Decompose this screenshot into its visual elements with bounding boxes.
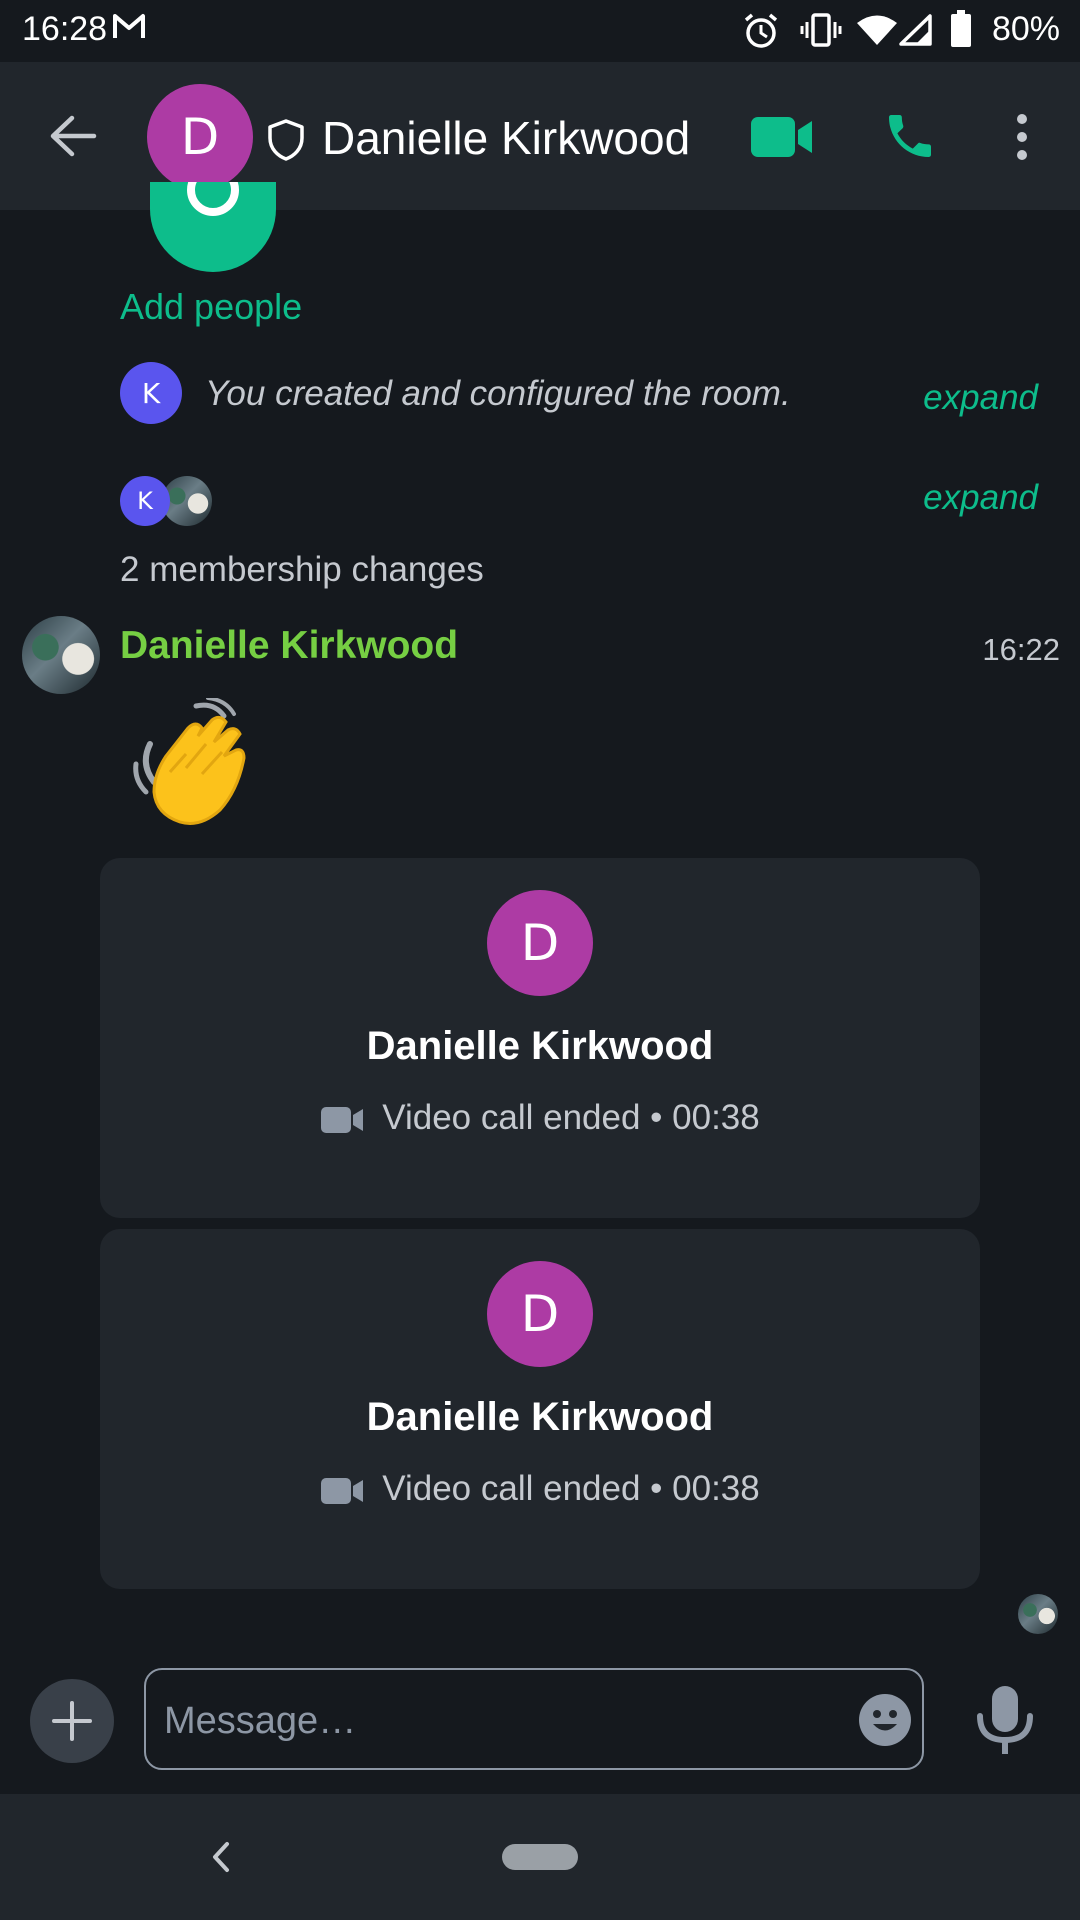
video-camera-icon[interactable] xyxy=(750,116,814,158)
wifi-icon xyxy=(857,15,897,45)
sender-avatar[interactable] xyxy=(22,616,100,694)
battery-percentage: 80% xyxy=(991,10,1060,48)
call-event-card[interactable]: D Danielle Kirkwood Video call ended • 0… xyxy=(100,858,980,1218)
message-timestamp: 16:22 xyxy=(982,632,1060,667)
call-status-text: Video call ended • 00:38 xyxy=(382,1469,760,1508)
caller-avatar[interactable]: D xyxy=(487,890,593,996)
expand-link[interactable]: expand xyxy=(923,378,1038,418)
status-time: 16:28 xyxy=(22,10,108,48)
phone-icon[interactable] xyxy=(882,108,938,164)
more-vertical-icon[interactable] xyxy=(1010,112,1034,162)
caller-name: Danielle Kirkwood xyxy=(366,1024,714,1068)
expand-link[interactable]: expand xyxy=(923,478,1038,518)
signal-icon xyxy=(899,14,932,46)
arrow-left-icon[interactable] xyxy=(48,114,98,158)
call-status-text: Video call ended • 00:38 xyxy=(382,1098,760,1137)
nav-back-icon[interactable] xyxy=(208,1840,234,1874)
read-receipt-avatar[interactable] xyxy=(1018,1594,1058,1634)
sender-name[interactable]: Danielle Kirkwood xyxy=(120,624,458,668)
alarm-icon xyxy=(744,13,778,48)
add-people-label[interactable]: Add people xyxy=(120,286,302,328)
room-avatar[interactable]: D xyxy=(147,84,253,190)
room-created-event: You created and configured the room. xyxy=(205,374,791,413)
smiley-icon[interactable] xyxy=(858,1693,912,1747)
member-avatar-k: K xyxy=(120,476,170,526)
battery-icon xyxy=(951,10,971,47)
add-people-button[interactable] xyxy=(150,182,276,272)
vibrate-icon xyxy=(800,13,842,47)
call-status-row: Video call ended • 00:38 xyxy=(100,1098,980,1138)
membership-changes-event: 2 membership changes xyxy=(120,550,484,589)
gmail-icon xyxy=(113,14,145,38)
shield-icon xyxy=(268,119,304,161)
caller-avatar[interactable]: D xyxy=(487,1261,593,1367)
plus-icon xyxy=(52,1701,92,1741)
call-status-row: Video call ended • 00:38 xyxy=(100,1469,980,1509)
creator-avatar[interactable]: K xyxy=(120,362,182,424)
video-camera-icon xyxy=(321,1106,364,1133)
caller-name: Danielle Kirkwood xyxy=(366,1395,714,1439)
nav-home-pill[interactable] xyxy=(502,1844,578,1870)
room-title[interactable]: Danielle Kirkwood xyxy=(322,110,690,166)
composer-add-button[interactable] xyxy=(30,1679,114,1763)
waving-hand-emoji[interactable] xyxy=(126,698,266,838)
video-camera-icon xyxy=(321,1477,364,1504)
microphone-icon[interactable] xyxy=(976,1686,1034,1756)
person-icon xyxy=(187,182,239,216)
message-input-placeholder[interactable]: Message… xyxy=(164,1700,356,1743)
call-event-card[interactable]: D Danielle Kirkwood Video call ended • 0… xyxy=(100,1229,980,1589)
